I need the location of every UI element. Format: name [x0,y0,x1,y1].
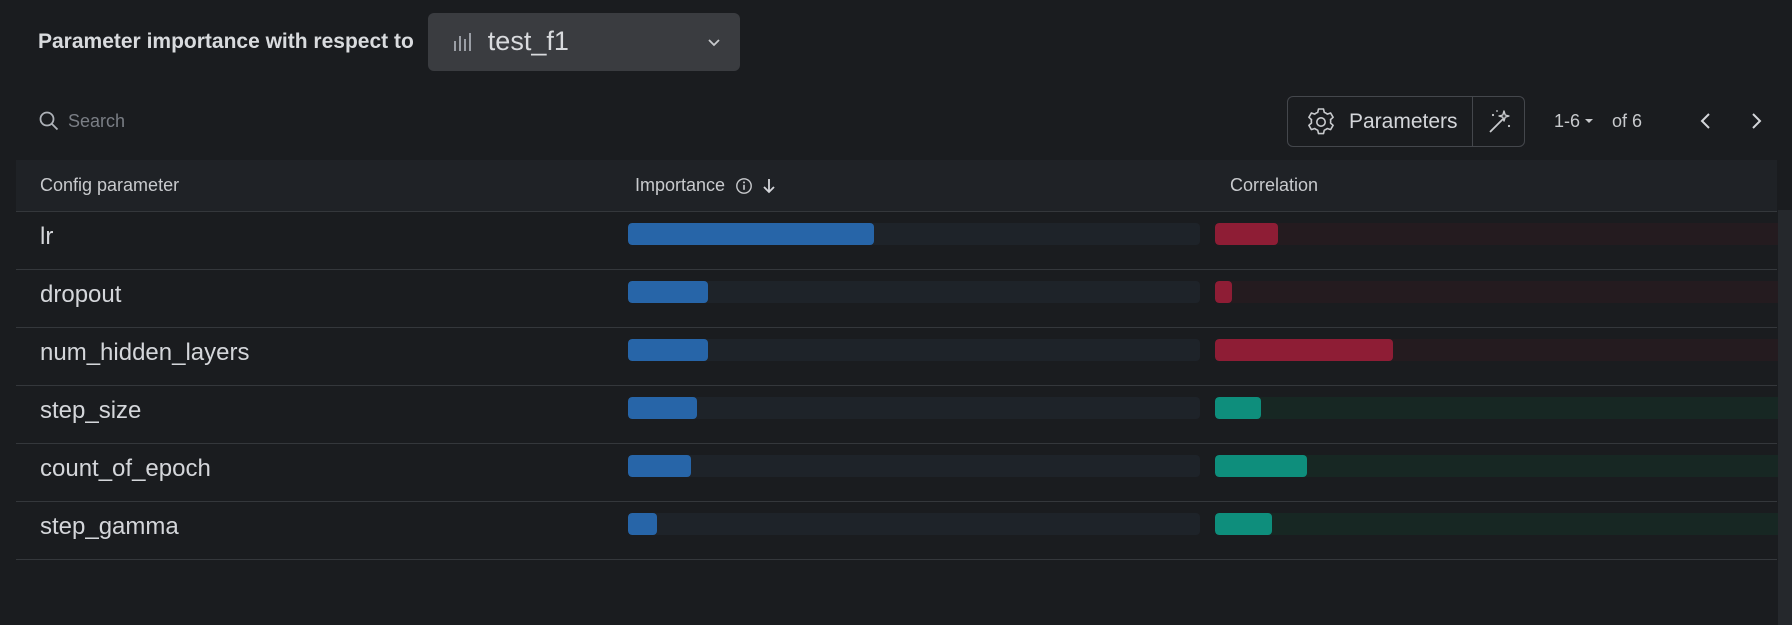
importance-bar-track [628,513,1200,535]
search-box[interactable] [38,106,368,136]
pagination: 1-6 of 6 [1554,106,1642,136]
page-range-select[interactable]: 1-6 [1554,111,1594,132]
metric-select[interactable]: test_f1 [427,12,740,71]
sort-descending-icon[interactable] [761,177,777,195]
scrollbar[interactable] [1778,210,1792,625]
metric-value: test_f1 [487,26,569,56]
importance-bar-track [628,281,1200,303]
importance-bar [628,339,709,361]
correlation-bar-negative [1215,281,1233,303]
chevron-down-icon [708,38,720,46]
importance-bar [628,397,697,419]
importance-bar-track [628,339,1200,361]
correlation-bar-negative [1215,339,1393,361]
table-header: Config parameter Importance Correlation [16,160,1777,212]
importance-bar [628,513,657,535]
parameter-name: step_gamma [40,513,179,540]
chevron-right-icon [1752,113,1762,129]
search-icon [39,111,59,131]
importance-bar [628,223,874,245]
header-bar: Parameter importance with respect to tes… [38,12,740,71]
parameters-button[interactable]: Parameters [1288,97,1472,146]
previous-page-button[interactable] [1694,107,1718,135]
table-row[interactable]: step_gamma [16,502,1788,560]
correlation-bar-negative [1215,223,1279,245]
column-header-config-parameter[interactable]: Config parameter [40,160,179,211]
magic-wand-button[interactable] [1472,97,1524,146]
table-row[interactable]: num_hidden_layers [16,328,1788,386]
chevron-left-icon [1700,113,1710,129]
importance-bar-track [628,397,1200,419]
table-body: lr dropout num_hidden_layers step_sizecount… [16,212,1788,560]
importance-bar-track [628,223,1200,245]
correlation-bar-positive [1215,397,1261,419]
table-row[interactable]: step_size [16,386,1788,444]
correlation-bar-positive [1215,513,1273,535]
correlation-bar-track [1215,455,1788,477]
header-label: Parameter importance with respect to [38,29,414,53]
table-row[interactable]: count_of_epoch [16,444,1788,502]
bar-chart-icon [453,32,471,51]
parameter-importance-table: Config parameter Importance Correlation … [16,160,1788,560]
parameter-name: count_of_epoch [40,455,211,482]
importance-bar-track [628,455,1200,477]
correlation-bar-track [1215,223,1788,245]
column-header-importance[interactable]: Importance [635,160,777,211]
importance-bar [628,281,709,303]
parameters-button-group: Parameters [1287,96,1525,147]
page-total: of 6 [1612,110,1643,131]
correlation-bar-track [1215,397,1788,419]
importance-bar [628,455,691,477]
parameters-label: Parameters [1349,109,1458,133]
parameter-name: num_hidden_layers [40,339,250,366]
magic-wand-icon [1488,109,1510,133]
info-icon[interactable] [735,177,753,195]
table-row[interactable]: lr [16,212,1788,270]
parameter-name: step_size [40,397,142,424]
search-input[interactable] [68,110,368,132]
correlation-bar-positive [1215,455,1307,477]
correlation-bar-track [1215,281,1788,303]
gear-icon [1308,107,1334,134]
column-header-correlation[interactable]: Correlation [1230,160,1318,211]
table-row[interactable]: dropout [16,270,1788,328]
correlation-bar-track [1215,513,1788,535]
next-page-button[interactable] [1744,107,1768,135]
correlation-bar-track [1215,339,1788,361]
parameter-name: lr [40,223,54,250]
parameter-name: dropout [40,281,122,308]
caret-down-icon [1585,119,1594,123]
page-range: 1-6 [1554,110,1581,131]
